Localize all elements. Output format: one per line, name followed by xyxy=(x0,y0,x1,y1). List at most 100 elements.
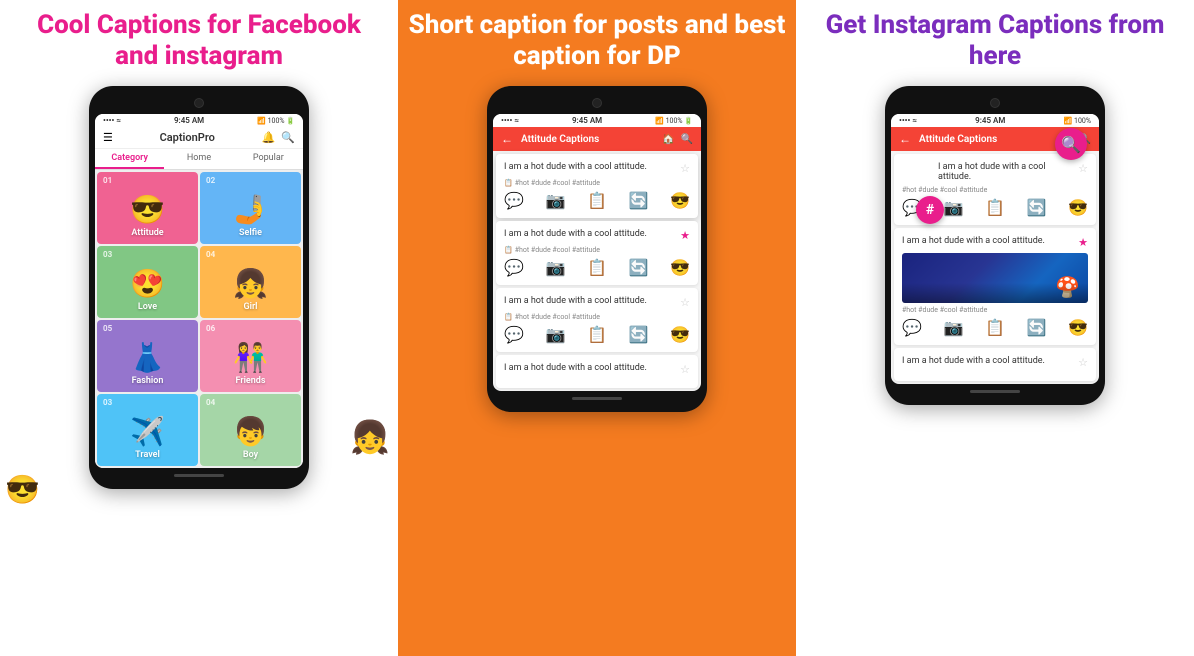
phone-1: •••• ≈ 9:45 AM 📶 100% 🔋 ☰ CaptionPro 🔔 🔍… xyxy=(89,86,309,489)
phone-1-home-indicator xyxy=(174,474,224,477)
copy-icon-1[interactable]: 📋 xyxy=(504,179,513,187)
copy-action-1[interactable]: 📋 xyxy=(587,191,607,210)
share-icon-3-1[interactable]: 🔄 xyxy=(1027,198,1047,217)
caption-actions-3: 💬 📷 📋 🔄 😎 xyxy=(504,325,690,344)
phone-2-camera xyxy=(592,98,602,108)
phone-2-home-indicator xyxy=(572,397,622,400)
cat-num-02: 02 xyxy=(206,176,215,185)
emoji-icon-3-2: 😎 xyxy=(1068,318,1088,337)
cat-friends[interactable]: 06 👫 Friends xyxy=(200,320,301,392)
cat-love[interactable]: 03 😍 Love xyxy=(97,246,198,318)
instagram-icon-1[interactable]: 📷 xyxy=(546,191,566,210)
caption-star-4[interactable]: ☆ xyxy=(680,363,690,376)
phone-2-status-icons: 📶 100% 🔋 xyxy=(655,117,693,125)
caption-star-2[interactable]: ★ xyxy=(680,229,690,242)
hashtag-overlay[interactable]: # xyxy=(916,196,944,224)
caption-star-3-3[interactable]: ☆ xyxy=(1078,356,1088,369)
cat-boy[interactable]: 04 👦 Boy xyxy=(200,394,301,466)
caption-content-2: I am a hot dude with a cool attitude. xyxy=(504,229,647,239)
tags-text-1: #hot #dude #cool #attitude xyxy=(515,179,600,187)
deco-girl-emoji: 👧 xyxy=(350,418,390,456)
cat-attitude[interactable]: 01 😎 Attitude xyxy=(97,172,198,244)
share-icon-3-2[interactable]: 🔄 xyxy=(1027,318,1047,337)
tab-home[interactable]: Home xyxy=(164,149,233,169)
cat-label-love: Love xyxy=(138,302,157,312)
whatsapp-icon-1[interactable]: 💬 xyxy=(504,191,524,210)
caption-star-3-2[interactable]: ★ xyxy=(1078,236,1088,249)
search-icon[interactable]: 🔍 xyxy=(281,131,295,144)
copy-action-3-1[interactable]: 📋 xyxy=(985,198,1005,217)
copy-action-3[interactable]: 📋 xyxy=(587,325,607,344)
caption-tags-2: 📋 #hot #dude #cool #attitude xyxy=(504,246,690,254)
caption-star-3-1[interactable]: ☆ xyxy=(1078,162,1088,175)
caption-card-3-2: I am a hot dude with a cool attitude. ★ … xyxy=(894,228,1096,345)
cat-selfie[interactable]: 02 🤳 Selfie xyxy=(200,172,301,244)
phone-2-bar-icons: 🏠 🔍 xyxy=(662,134,693,145)
whatsapp-icon-3-2[interactable]: 💬 xyxy=(902,318,922,337)
cat-emoji-friends: 👫 xyxy=(233,341,268,374)
cat-num-06: 06 xyxy=(206,324,215,333)
copy-icon-3[interactable]: 📋 xyxy=(504,313,513,321)
bell-icon[interactable]: 🔔 xyxy=(262,131,276,144)
phone-1-app-icons: 🔔 🔍 xyxy=(262,131,295,144)
panel-2: Short caption for posts and best caption… xyxy=(398,0,796,656)
caption-card-3-3: I am a hot dude with a cool attitude. ☆ xyxy=(894,348,1096,381)
cat-num-04: 04 xyxy=(206,250,215,259)
caption-content-4: I am a hot dude with a cool attitude. xyxy=(504,363,647,373)
hamburger-icon[interactable]: ☰ xyxy=(103,131,113,144)
tags-text-3-2: #hot #dude #cool #attitude xyxy=(902,306,987,314)
caption-text-3: I am a hot dude with a cool attitude. ☆ xyxy=(504,296,690,309)
share-icon-3[interactable]: 🔄 xyxy=(629,325,649,344)
cat-travel[interactable]: 03 ✈️ Travel xyxy=(97,394,198,466)
phone-3-back-btn[interactable]: ← xyxy=(899,132,911,146)
instagram-icon-3[interactable]: 📷 xyxy=(546,325,566,344)
tab-category[interactable]: Category xyxy=(95,149,164,169)
emoji-icon-1: 😎 xyxy=(670,191,690,210)
cat-label-girl: Girl xyxy=(243,302,257,312)
copy-action-3-2[interactable]: 📋 xyxy=(985,318,1005,337)
cat-emoji-love: 😍 xyxy=(130,267,165,300)
caption-image xyxy=(902,253,1088,303)
phone-2-back-btn[interactable]: ← xyxy=(501,132,513,146)
phone-2-time-left: •••• ≈ xyxy=(501,116,519,125)
caption-card-3: I am a hot dude with a cool attitude. ☆ … xyxy=(496,288,698,352)
share-icon-2[interactable]: 🔄 xyxy=(629,258,649,277)
cat-label-selfie: Selfie xyxy=(239,228,262,238)
copy-action-2[interactable]: 📋 xyxy=(587,258,607,277)
search-icon-2[interactable]: 🔍 xyxy=(681,134,693,145)
caption-star-3[interactable]: ☆ xyxy=(680,296,690,309)
instagram-icon-3-1[interactable]: 📷 xyxy=(944,198,964,217)
cat-girl[interactable]: 04 👧 Girl xyxy=(200,246,301,318)
caption-text-3-2: I am a hot dude with a cool attitude. ★ xyxy=(902,236,1088,249)
caption-star-1[interactable]: ☆ xyxy=(680,162,690,175)
cat-num-boy: 04 xyxy=(206,398,215,407)
home-icon[interactable]: 🏠 xyxy=(662,134,674,145)
caption-actions-2: 💬 📷 📋 🔄 😎 xyxy=(504,258,690,277)
phone-1-app-bar: ☰ CaptionPro 🔔 🔍 xyxy=(95,127,303,149)
instagram-icon-3-2[interactable]: 📷 xyxy=(944,318,964,337)
tab-popular[interactable]: Popular xyxy=(234,149,303,169)
caption-card-4: I am a hot dude with a cool attitude. ☆ xyxy=(496,355,698,388)
cat-fashion[interactable]: 05 👗 Fashion xyxy=(97,320,198,392)
copy-icon-2[interactable]: 📋 xyxy=(504,246,513,254)
phone-3-time-left: •••• ≈ xyxy=(899,116,917,125)
cat-emoji-selfie: 🤳 xyxy=(233,193,268,226)
whatsapp-icon-2[interactable]: 💬 xyxy=(504,258,524,277)
caption-tags-3: 📋 #hot #dude #cool #attitude xyxy=(504,313,690,321)
cat-emoji-fashion: 👗 xyxy=(130,341,165,374)
whatsapp-icon-3[interactable]: 💬 xyxy=(504,325,524,344)
caption-actions-1: 💬 📷 📋 🔄 😎 xyxy=(504,191,690,210)
phone-3-screen-title: Attitude Captions xyxy=(919,134,1060,145)
panel2-headline: Short caption for posts and best caption… xyxy=(408,10,786,72)
phone-3-home-indicator xyxy=(970,390,1020,393)
cat-emoji-travel: ✈️ xyxy=(130,415,165,448)
cat-emoji-boy: 👦 xyxy=(233,415,268,448)
share-icon-1[interactable]: 🔄 xyxy=(629,191,649,210)
caption-text-4: I am a hot dude with a cool attitude. ☆ xyxy=(504,363,690,376)
instagram-icon-2[interactable]: 📷 xyxy=(546,258,566,277)
caption-text-3-1: I am a hot dude with a cool attitude. ☆ xyxy=(902,162,1088,182)
caption-content-1: I am a hot dude with a cool attitude. xyxy=(504,162,647,172)
phone-1-app-title: CaptionPro xyxy=(113,131,262,144)
caption-content-3: I am a hot dude with a cool attitude. xyxy=(504,296,647,306)
phone-3-camera xyxy=(990,98,1000,108)
